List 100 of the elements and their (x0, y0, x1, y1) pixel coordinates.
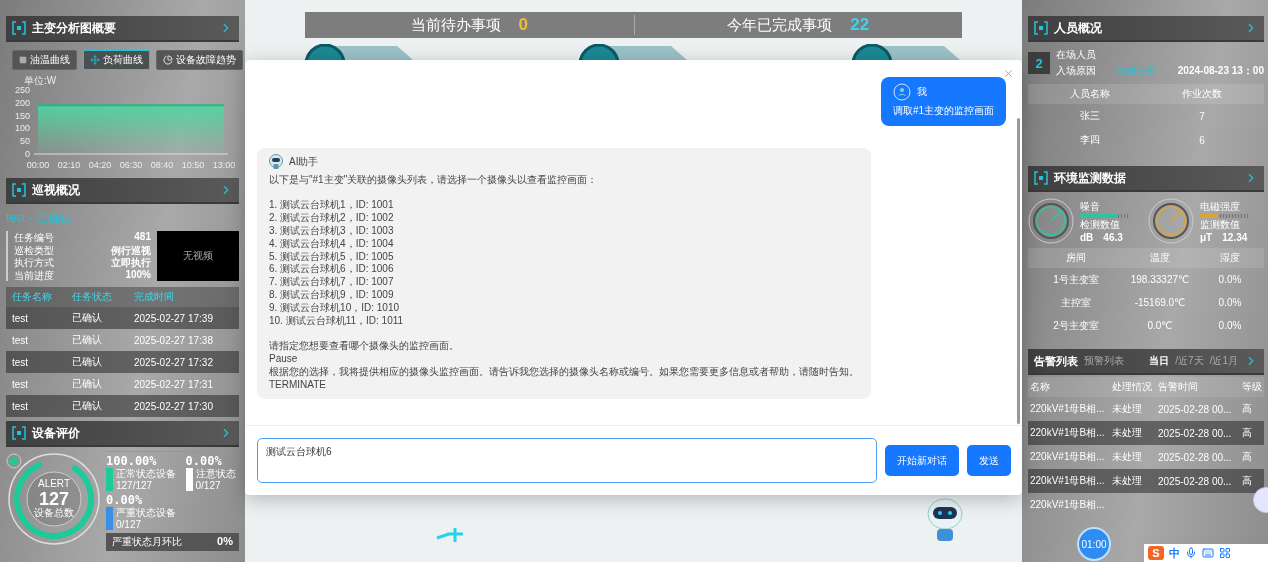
table-cell-text: 0.0% (1217, 274, 1243, 285)
table-cell-text: test (12, 400, 30, 412)
scrollbar[interactable] (1017, 118, 1020, 424)
table-cell-text: 未处理 (1112, 450, 1143, 464)
column-header: 告警时间 (1158, 380, 1199, 394)
table-cell-text: test (12, 334, 30, 346)
square-icon (19, 56, 27, 64)
ring-count: 127 (38, 489, 69, 509)
column-header: 房间 (1065, 251, 1087, 265)
ratio-label: 严重状态月环比 (112, 535, 182, 549)
tick-label: 06:30 (119, 160, 143, 170)
table-cell-text: test (12, 312, 30, 324)
table-cell-text: 张三 (1079, 109, 1101, 123)
cross-shape-icon (435, 526, 465, 542)
column-header: 等级 (1242, 380, 1262, 394)
reading-unit: dB (1080, 231, 1094, 243)
microphone-icon[interactable] (1185, 547, 1197, 559)
alert-tab[interactable]: 预警列表 (1084, 354, 1124, 368)
tick-label: 250 (14, 85, 30, 95)
ring-label: 设备总数 (34, 508, 74, 519)
ime-logo: S (1148, 546, 1164, 560)
entry-time: 2024-08-23 13：00 (1177, 64, 1264, 78)
message-text: 6. 测试云台球机6，ID: 1006 (269, 263, 395, 276)
table-cell-text: 1号主变室 (1052, 272, 1100, 287)
reading-unit: μT (1200, 231, 1213, 243)
reading-label: 检测数值 (1080, 217, 1121, 232)
stat-count: 0/127 (116, 518, 143, 530)
range-option[interactable]: 当日 (1149, 354, 1170, 368)
column-header: 处理情况 (1112, 380, 1153, 394)
ratio-value: 0% (217, 535, 233, 549)
tick-label: 02:10 (57, 160, 81, 170)
table-cell-text: 0.0% (1217, 320, 1243, 331)
reading-value: 12.34 (1222, 231, 1248, 243)
table-cell-text: 220kV#1母B相... (1030, 426, 1106, 440)
pie-chart-icon (163, 55, 173, 65)
summary-count: 22 (850, 15, 870, 35)
stat-label: 正常状态设备 (116, 468, 176, 480)
reason-label: 入场原因 (1056, 64, 1096, 78)
table-cell-text: 2025-02-28 00... (1158, 451, 1233, 463)
bracket-icon (12, 21, 26, 35)
column-header: 温度 (1149, 251, 1171, 265)
column-header: 湿度 (1219, 251, 1241, 265)
table-cell-text: 0.0% (1217, 297, 1243, 308)
user-avatar-icon (892, 83, 911, 101)
column-header: 作业次数 (1181, 87, 1223, 101)
count-badge: 2 (1028, 52, 1050, 74)
tick-label: 150 (14, 110, 30, 121)
table-cell-text: 198.33327℃ (1129, 274, 1191, 285)
stat-label: 注意状态 (195, 468, 236, 480)
action-button[interactable]: 发送 (967, 445, 1011, 476)
table-cell-text: 220kV#1母B相... (1030, 498, 1106, 512)
table-cell-text: 2025-02-28 00... (1158, 403, 1233, 415)
chart-tab[interactable]: 负荷曲线 (83, 50, 150, 70)
table-cell-text: 主控室 (1060, 295, 1092, 310)
tick-label: 0 (25, 149, 30, 159)
bracket-icon (1034, 171, 1048, 185)
table-cell-text: 220kV#1母B相... (1030, 474, 1106, 488)
chart-tab[interactable]: 油温曲线 (12, 50, 77, 70)
robot-icon[interactable] (925, 496, 965, 542)
stat-percent: 0.00% (106, 493, 144, 507)
table-cell-text: 李四 (1079, 133, 1101, 147)
field-label: 执行方式 (14, 256, 54, 269)
column-header: 名称 (1030, 380, 1051, 394)
alert-tab[interactable]: 告警列表 (1034, 353, 1078, 369)
input-field[interactable]: 测试云台球机6 (257, 438, 877, 483)
message-text: 调取#1主变的监控画面 (892, 105, 994, 118)
bracket-icon (12, 426, 26, 440)
field-label: 任务编号 (14, 231, 54, 244)
meter-name: 电磁强度 (1200, 199, 1241, 214)
table-cell-text: 6 (1198, 134, 1206, 146)
axis-unit-label: 单位:W (24, 75, 57, 86)
table-cell-text: test (12, 356, 30, 368)
message-text: 7. 测试云台球机7，ID: 1007 (269, 276, 395, 289)
table-cell-text: 高 (1242, 426, 1253, 440)
close-button[interactable] (1003, 68, 1014, 79)
message-text: 根据您的选择，我将提供相应的摄像头监控画面。请告诉我您选择的摄像头名称或编号。如果您需要更多信息或者帮助，请随时告知。 (269, 365, 859, 379)
table-cell-text: 高 (1242, 402, 1253, 416)
ime-mode[interactable]: 中 (1169, 545, 1180, 561)
grid-icon[interactable] (1219, 547, 1231, 559)
keyboard-icon[interactable] (1202, 547, 1214, 559)
message-text: 5. 测试云台球机5，ID: 1005 (269, 250, 395, 263)
reading-value: 46.3 (1103, 231, 1123, 243)
table-cell-text: 7 (1198, 110, 1206, 122)
table-cell-text: 2025-02-27 17:30 (134, 400, 214, 412)
table-cell-text: 2号主变室 (1052, 318, 1100, 333)
table-cell-text: test (12, 378, 30, 390)
chart-tab[interactable]: 设备故障趋势 (156, 50, 243, 70)
summary-label: 当前待办事项 (410, 15, 501, 35)
range-option[interactable]: /近7天 (1175, 354, 1204, 368)
range-option[interactable]: /近1月 (1209, 354, 1238, 368)
summary-count: 0 (518, 15, 528, 35)
tick-label: 50 (20, 136, 30, 147)
action-button[interactable]: 开始新对话 (885, 445, 959, 476)
message-text: 1. 测试云台球机1，ID: 1001 (269, 199, 395, 212)
summary-label: 今年已完成事项 (727, 15, 833, 35)
bracket-icon (1034, 21, 1048, 35)
message-text: TERMINATE (269, 378, 328, 392)
message-text: 2. 测试云台球机2，ID: 1002 (269, 212, 395, 225)
stat-percent: 0.00% (185, 454, 223, 468)
tick-label: 100 (14, 123, 30, 134)
